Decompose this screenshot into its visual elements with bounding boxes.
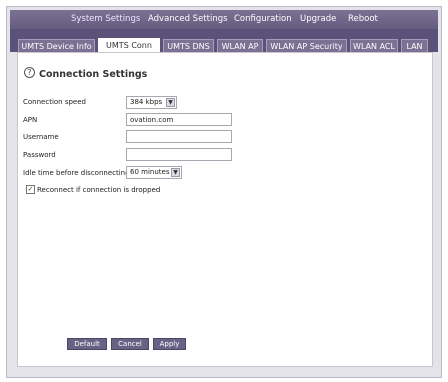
tab-wlan-ap[interactable]: WLAN AP — [217, 39, 263, 52]
apply-button[interactable]: Apply — [153, 338, 186, 350]
connection-speed-label: Connection speed — [23, 98, 86, 106]
nav-upgrade[interactable]: Upgrade — [300, 13, 336, 26]
nav-advanced-settings[interactable]: Advanced Settings — [148, 13, 228, 26]
apn-label: APN — [23, 116, 38, 124]
default-button[interactable]: Default — [67, 338, 107, 350]
chevron-down-icon[interactable]: ▼ — [171, 168, 180, 177]
nav-configuration[interactable]: Configuration — [234, 13, 292, 26]
username-label: Username — [23, 133, 59, 141]
tab-umts-conn[interactable]: UMTS Conn — [98, 38, 160, 53]
tab-wlan-ap-security[interactable]: WLAN AP Security — [266, 39, 347, 52]
tab-wlan-acl[interactable]: WLAN ACL — [350, 39, 398, 52]
cancel-button[interactable]: Cancel — [111, 338, 149, 350]
reconnect-label: Reconnect if connection is dropped — [37, 186, 161, 194]
tab-bar: UMTS Device Info UMTS Conn UMTS DNS WLAN… — [10, 29, 438, 53]
username-input[interactable] — [126, 130, 232, 143]
idle-time-label: Idle time before disconnecting — [23, 169, 130, 177]
password-label: Password — [23, 151, 56, 159]
tab-umts-dns[interactable]: UMTS DNS — [163, 39, 214, 52]
reconnect-checkbox[interactable]: ✓ — [26, 185, 35, 194]
connection-speed-select[interactable]: 384 kbps ▼ — [126, 96, 177, 109]
nav-system-settings[interactable]: System Settings — [71, 13, 140, 26]
tab-umts-device-info[interactable]: UMTS Device Info — [18, 39, 95, 52]
idle-time-value: 60 minutes — [130, 168, 170, 176]
connection-speed-value: 384 kbps — [130, 98, 163, 106]
top-navigation: System Settings Advanced Settings Config… — [10, 10, 438, 29]
password-input[interactable] — [126, 148, 232, 161]
chevron-down-icon[interactable]: ▼ — [166, 98, 175, 107]
page-title: Connection Settings — [39, 69, 148, 80]
tab-lan[interactable]: LAN — [401, 39, 428, 52]
settings-panel: ? Connection Settings Connection speed 3… — [17, 52, 433, 367]
apn-input[interactable] — [126, 113, 232, 126]
nav-reboot[interactable]: Reboot — [348, 13, 378, 26]
idle-time-select[interactable]: 60 minutes ▼ — [126, 166, 182, 179]
help-icon[interactable]: ? — [24, 67, 35, 78]
